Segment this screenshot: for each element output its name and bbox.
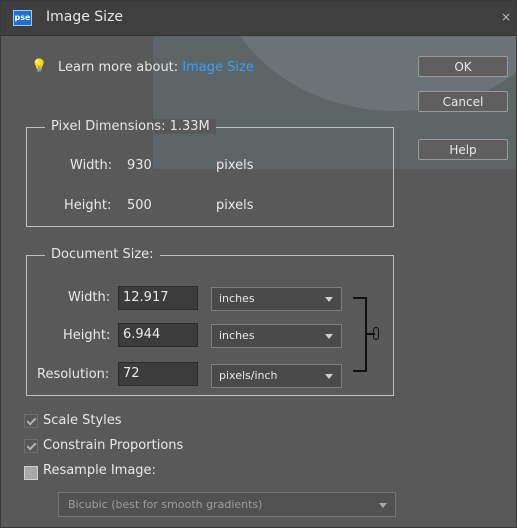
constrain-bracket — [353, 297, 367, 372]
doc-height-label: Height: — [63, 328, 111, 343]
window-title: Image Size — [46, 9, 124, 25]
resample-image-checkbox[interactable] — [24, 466, 38, 480]
resample-method-select[interactable]: Bicubic (best for smooth gradients) — [58, 492, 396, 517]
chevron-down-icon — [325, 374, 333, 379]
doc-width-label: Width: — [68, 290, 111, 305]
resample-method-value: Bicubic (best for smooth gradients) — [68, 498, 263, 511]
learn-more-text: Learn more about: Image Size — [58, 60, 254, 75]
pixel-height-value: 500 — [127, 198, 152, 213]
chevron-down-icon — [325, 297, 333, 302]
doc-width-unit-value: inches — [219, 292, 255, 305]
pixel-height-label: Height: — [64, 198, 112, 213]
chevron-down-icon — [325, 334, 333, 339]
scale-styles-label[interactable]: Scale Styles — [43, 413, 122, 428]
resolution-label: Resolution: — [37, 367, 110, 382]
doc-height-input[interactable]: 6.944 — [118, 323, 198, 347]
doc-width-unit-select[interactable]: inches — [211, 287, 342, 311]
constrain-proportions-label[interactable]: Constrain Proportions — [43, 438, 183, 453]
pixel-width-value: 930 — [127, 158, 152, 173]
pixel-dimensions-legend: Pixel Dimensions: 1.33M — [45, 119, 216, 134]
app-logo-icon: pse — [13, 10, 32, 26]
resolution-unit-select[interactable]: pixels/inch — [211, 364, 342, 388]
ok-button[interactable]: OK — [418, 56, 508, 77]
close-icon[interactable]: × — [501, 10, 511, 24]
help-button[interactable]: Help — [418, 139, 508, 160]
learn-more-label: Learn more about: — [58, 60, 179, 75]
chain-link-icon — [373, 327, 379, 340]
doc-width-input[interactable]: 12.917 — [118, 286, 198, 310]
title-bar[interactable]: pse Image Size × — [1, 1, 516, 36]
pixel-width-label: Width: — [70, 158, 113, 173]
lightbulb-icon: 💡 — [31, 59, 48, 74]
constrain-proportions-checkbox[interactable] — [24, 439, 38, 453]
doc-height-unit-select[interactable]: inches — [211, 324, 342, 348]
resolution-input[interactable]: 72 — [118, 362, 198, 386]
document-size-legend: Document Size: — [45, 247, 160, 262]
resolution-unit-value: pixels/inch — [219, 369, 278, 382]
pixel-height-unit: pixels — [216, 198, 254, 213]
image-size-help-link[interactable]: Image Size — [182, 60, 254, 75]
cancel-button[interactable]: Cancel — [418, 91, 508, 112]
scale-styles-checkbox[interactable] — [24, 414, 38, 428]
doc-height-unit-value: inches — [219, 329, 255, 342]
resample-image-label[interactable]: Resample Image: — [43, 463, 156, 478]
pixel-width-unit: pixels — [216, 158, 254, 173]
image-size-dialog: pse Image Size × 💡 Learn more about: Ima… — [0, 0, 517, 528]
chevron-down-icon — [379, 503, 387, 508]
